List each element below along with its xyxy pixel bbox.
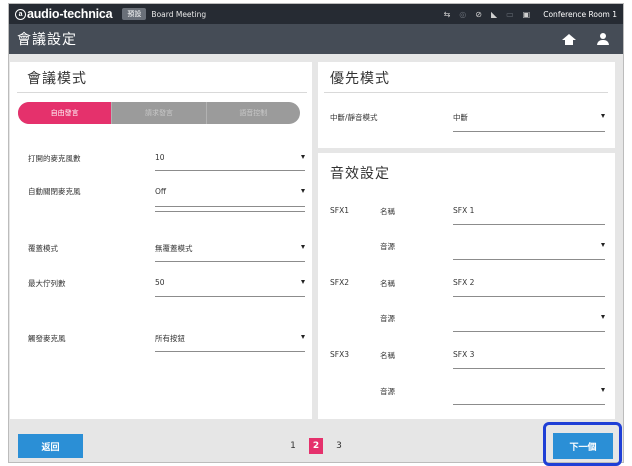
- sfx2-source-dropdown[interactable]: [453, 313, 605, 332]
- sfx2-label: SFX2: [330, 278, 349, 287]
- max-queue-label: 最大佇列數: [28, 279, 66, 288]
- trigger-mic-dropdown[interactable]: 所有按鈕: [155, 333, 305, 352]
- interrupt-mute-mode-label: 中斷/靜音模式: [330, 113, 378, 122]
- page-title: 會議設定: [17, 32, 77, 48]
- back-button[interactable]: 返回: [18, 434, 83, 458]
- sfx3-source-dropdown[interactable]: [453, 386, 605, 405]
- pagination: 1 2 3: [286, 438, 346, 454]
- page-1-link[interactable]: 1: [286, 438, 300, 454]
- link-icon: ⊘: [475, 9, 482, 19]
- room-name: Conference Room 1: [543, 9, 617, 19]
- max-queue-dropdown[interactable]: 50: [155, 278, 305, 297]
- chevron-down-icon: [301, 245, 305, 249]
- chevron-down-icon: [601, 315, 605, 319]
- trigger-mic-value: 所有按鈕: [155, 334, 185, 343]
- auto-mic-off-label: 自動關閉麥克風: [28, 187, 81, 196]
- chevron-down-icon: [301, 155, 305, 159]
- brand-mark-icon: a: [15, 8, 26, 20]
- volume-icon: ◣: [490, 9, 498, 19]
- mode-request-talk[interactable]: 請求發言: [111, 102, 205, 124]
- usb-icon: ⇆: [443, 9, 451, 19]
- sfx1-name-label: 名稱: [380, 207, 395, 216]
- override-mode-dropdown[interactable]: 無覆蓋模式: [155, 243, 305, 262]
- meeting-mode-title: 會議模式: [27, 71, 87, 87]
- monitor-icon: ▣: [522, 9, 531, 19]
- sfx3-name-value: SFX 3: [453, 350, 475, 359]
- sfx3-name-label: 名稱: [380, 351, 395, 360]
- mode-free-talk[interactable]: 自由發言: [18, 102, 112, 124]
- headset-icon: ◎: [459, 9, 467, 19]
- chevron-down-icon: [601, 388, 605, 392]
- sfx1-label: SFX1: [330, 206, 349, 215]
- sfx2-name-value: SFX 2: [453, 278, 475, 287]
- brand-logo: a audio-technica: [15, 7, 113, 21]
- sfx3-source-label: 音源: [380, 387, 395, 396]
- meeting-mode-selector: 自由發言 請求發言 語音控制: [18, 102, 300, 124]
- chevron-down-icon: [601, 114, 605, 118]
- divider: [17, 92, 307, 93]
- override-mode-value: 無覆蓋模式: [155, 244, 193, 253]
- mode-voice-control[interactable]: 語音控制: [205, 102, 300, 124]
- brand-name: audio-technica: [27, 7, 113, 21]
- chevron-down-icon: [301, 280, 305, 284]
- interrupt-mute-mode-dropdown[interactable]: 中斷: [453, 112, 605, 132]
- sfx1-source-label: 音源: [380, 242, 395, 251]
- next-button[interactable]: 下一個: [553, 433, 613, 459]
- auto-mic-off-duration-field[interactable]: [155, 198, 305, 212]
- speaker-icon: ▭: [506, 9, 514, 19]
- home-icon[interactable]: [562, 33, 576, 45]
- priority-mode-title: 優先模式: [330, 71, 390, 87]
- page-2-current[interactable]: 2: [309, 438, 323, 454]
- page-3-link[interactable]: 3: [332, 438, 346, 454]
- sfx-settings-title: 音效設定: [330, 166, 390, 182]
- status-icons: ⇆ ◎ ⊘ ◣ ▭ ▣ Conference Room 1: [444, 10, 617, 19]
- open-mics-value: 10: [155, 153, 165, 162]
- preset-badge: 預設: [122, 8, 147, 20]
- max-queue-value: 50: [155, 278, 165, 287]
- auto-mic-off-value: Off: [155, 187, 167, 196]
- chevron-down-icon: [301, 189, 305, 193]
- sfx1-name-input[interactable]: SFX 1: [453, 206, 605, 225]
- chevron-down-icon: [301, 335, 305, 339]
- title-bar: 會議設定: [9, 24, 623, 54]
- chevron-down-icon: [601, 243, 605, 247]
- trigger-mic-label: 觸發麥克風: [28, 334, 66, 343]
- sfx1-name-value: SFX 1: [453, 206, 475, 215]
- sfx3-name-input[interactable]: SFX 3: [453, 350, 605, 369]
- user-icon[interactable]: [597, 33, 609, 45]
- sfx2-name-label: 名稱: [380, 279, 395, 288]
- sfx3-label: SFX3: [330, 350, 349, 359]
- open-mics-label: 打開的麥克風數: [28, 154, 81, 163]
- sfx2-name-input[interactable]: SFX 2: [453, 278, 605, 297]
- status-bar: a audio-technica 預設 Board Meeting ⇆ ◎ ⊘ …: [9, 4, 623, 24]
- divider: [324, 92, 608, 93]
- open-mics-dropdown[interactable]: 10: [155, 153, 305, 171]
- sfx2-source-label: 音源: [380, 314, 395, 323]
- override-mode-label: 覆蓋模式: [28, 244, 58, 253]
- meeting-name: Board Meeting: [151, 9, 207, 19]
- interrupt-mute-mode-value: 中斷: [453, 113, 468, 122]
- sfx1-source-dropdown[interactable]: [453, 241, 605, 260]
